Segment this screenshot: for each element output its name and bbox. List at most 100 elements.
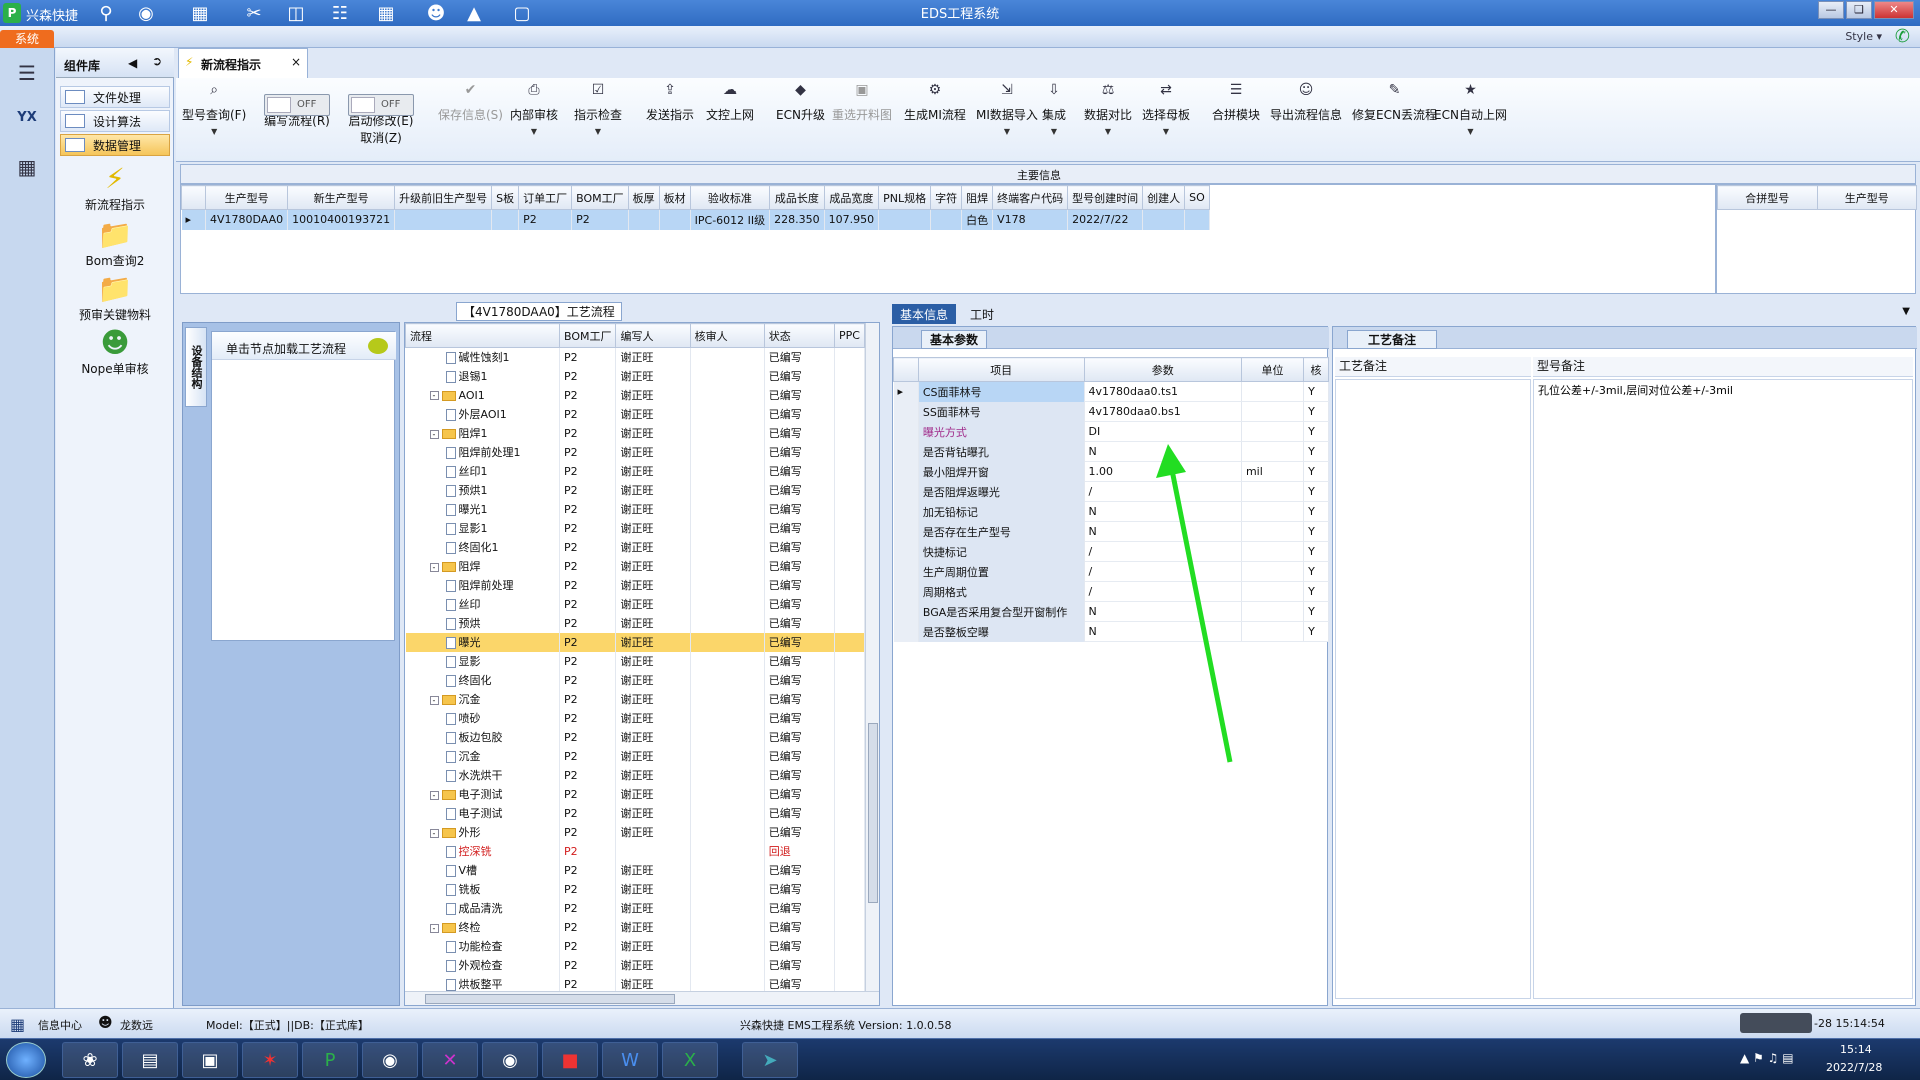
tree-row[interactable]: - 电子测试 P2 谢正旺 已编写 — [405, 784, 865, 804]
ribbon-button-8[interactable]: ◆ ECN升级 — [776, 82, 825, 123]
expand-toggle-icon[interactable]: - — [429, 429, 439, 439]
tree-node[interactable]: 外层AOI1 — [405, 404, 560, 424]
column-header[interactable]: 升级前旧生产型号 — [394, 185, 493, 210]
side-tab-equipment[interactable]: 设备结构 — [185, 327, 207, 407]
table-cell[interactable] — [878, 209, 932, 230]
tree-row[interactable]: 终固化1 P2 谢正旺 已编写 — [405, 537, 865, 557]
param-check[interactable]: Y — [1303, 481, 1329, 502]
param-row[interactable]: 是否背钻曝孔 N Y — [893, 441, 1329, 462]
ribbon-button-2[interactable]: OFF 启动修改(E) 取消(Z) — [348, 84, 414, 146]
taskbar-app-excel[interactable]: X — [662, 1042, 718, 1078]
scrollbar-thumb[interactable] — [425, 994, 675, 1004]
tree-node[interactable]: 铣板 — [405, 879, 560, 899]
taskbar-app-shell[interactable]: ❀ — [62, 1042, 118, 1078]
tree-node[interactable]: 终固化 — [405, 670, 560, 690]
start-button[interactable] — [6, 1042, 46, 1078]
style-menu[interactable]: Style ▾ — [1845, 30, 1882, 43]
merge-model-grid[interactable]: 合拼型号 生产型号 — [1716, 184, 1917, 294]
tree-node[interactable]: - 阻焊1 — [405, 423, 560, 443]
tree-node[interactable]: 喷砂 — [405, 708, 560, 728]
table-cell[interactable]: 228.350 — [769, 209, 825, 230]
tree-node[interactable]: 退锡1 — [405, 366, 560, 386]
param-unit[interactable] — [1241, 481, 1305, 502]
param-unit[interactable] — [1241, 401, 1305, 422]
table-cell[interactable]: V178 — [992, 209, 1069, 230]
table-cell[interactable]: IPC-6012 II级 — [690, 209, 771, 230]
tree-node[interactable]: 曝光1 — [405, 499, 560, 519]
column-header[interactable]: 生产型号 — [1816, 185, 1917, 210]
chevron-down-icon[interactable]: ▼ — [976, 127, 1038, 136]
toggle-switch[interactable]: OFF — [348, 94, 414, 116]
column-header[interactable]: 型号创建时间 — [1067, 185, 1144, 210]
tree-row[interactable]: 喷砂 P2 谢正旺 已编写 — [405, 708, 865, 728]
param-unit[interactable] — [1241, 561, 1305, 582]
column-header[interactable]: 创建人 — [1142, 185, 1186, 210]
column-header[interactable]: 终端客户代码 — [992, 185, 1069, 210]
tree-row[interactable]: 功能检查 P2 谢正旺 已编写 — [405, 936, 865, 956]
tree-node[interactable]: 丝印1 — [405, 461, 560, 481]
param-check[interactable]: Y — [1303, 621, 1329, 642]
param-check[interactable]: Y — [1303, 401, 1329, 422]
ribbon-button-9[interactable]: ▣ 重选开料图 — [832, 82, 892, 123]
param-unit[interactable] — [1241, 521, 1305, 542]
tree-row[interactable]: 预烘 P2 谢正旺 已编写 — [405, 613, 865, 633]
maximize-button[interactable]: ❑ — [1846, 1, 1872, 19]
column-header[interactable]: 字符 — [930, 185, 963, 210]
flow-tree[interactable]: 流程 BOM工厂 编写人 核审人 状态 PPC 碱性蚀刻1 P2 谢正旺 已编写 退锡1 P2 谢正旺已… — [404, 322, 880, 1006]
tree-row[interactable]: - 外形 P2 谢正旺 已编写 — [405, 822, 865, 842]
param-check[interactable]: Y — [1303, 581, 1329, 602]
param-unit[interactable] — [1241, 421, 1305, 442]
expand-toggle-icon[interactable]: - — [429, 695, 439, 705]
tree-row[interactable]: 控深铣 P2 回退 — [405, 841, 865, 861]
tree-row[interactable]: 电子测试 P2 谢正旺 已编写 — [405, 803, 865, 823]
system-tab[interactable]: 系统 — [0, 30, 54, 48]
tree-row[interactable]: 阻焊前处理 P2 谢正旺 已编写 — [405, 575, 865, 595]
param-row[interactable]: 周期格式 / Y — [893, 581, 1329, 602]
tree-row[interactable]: V槽 P2 谢正旺 已编写 — [405, 860, 865, 880]
column-header[interactable]: 核审人 — [689, 323, 765, 348]
tree-node[interactable]: 板边包胶 — [405, 727, 560, 747]
tree-node[interactable]: 成品清洗 — [405, 898, 560, 918]
ribbon-button-1[interactable]: OFF 编写流程(R) — [264, 84, 330, 129]
tray-icons[interactable]: ▲ ⚑ ♫ ▤ — [1740, 1051, 1794, 1065]
param-row[interactable]: 曝光方式 DI Y — [893, 421, 1329, 442]
tool-nope-audit[interactable]: ☻ Nope单审核 — [60, 326, 170, 377]
ribbon-button-18[interactable]: ★ ECN自动上网 ▼ — [1434, 82, 1507, 136]
taskbar-app-red[interactable]: ✶ — [242, 1042, 298, 1078]
table-row[interactable]: ▸ 4V1780DAA0 10010400193721 P2 P2 IPC-6012 II… — [181, 209, 1210, 230]
taskbar-app-arrow[interactable]: ➤ — [742, 1042, 798, 1078]
tree-node[interactable]: - 阻焊 — [405, 556, 560, 576]
tree-node[interactable]: 阻焊前处理1 — [405, 442, 560, 462]
column-header[interactable]: SO — [1184, 185, 1210, 210]
column-header[interactable]: 核 — [1303, 357, 1329, 382]
process-notes-field[interactable] — [1335, 379, 1531, 999]
param-row[interactable]: 加无铅标记 N Y — [893, 501, 1329, 522]
table-cell[interactable]: 107.950 — [824, 209, 880, 230]
ribbon-button-7[interactable]: ☁ 文控上网 — [706, 82, 754, 123]
table-cell[interactable] — [628, 209, 660, 230]
expand-toggle-icon[interactable]: - — [429, 562, 439, 572]
column-header[interactable]: 编写人 — [615, 323, 691, 348]
tree-node[interactable]: V槽 — [405, 860, 560, 880]
column-header[interactable]: 新生产型号 — [287, 185, 396, 210]
param-row[interactable]: 是否整板空曝 N Y — [893, 621, 1329, 642]
tree-node[interactable]: 碱性蚀刻1 — [405, 347, 560, 367]
tree-row[interactable]: 显影 P2 谢正旺 已编写 — [405, 651, 865, 671]
expand-toggle-icon[interactable]: - — [429, 790, 439, 800]
param-value[interactable]: DI — [1084, 421, 1242, 442]
tree-row[interactable]: 外层AOI1 P2 谢正旺 已编写 — [405, 404, 865, 424]
column-header[interactable]: 状态 — [763, 323, 836, 348]
table-cell[interactable] — [659, 209, 691, 230]
column-header[interactable]: PNL规格 — [878, 185, 932, 210]
tree-row[interactable]: 水洗烘干 P2 谢正旺 已编写 — [405, 765, 865, 785]
taskbar-app-eye[interactable]: ◉ — [362, 1042, 418, 1078]
tab-basic-info[interactable]: 基本信息 — [892, 304, 957, 324]
chevron-down-icon[interactable]: ▼ — [574, 127, 622, 136]
ribbon-button-5[interactable]: ☑ 指示检查 ▼ — [574, 82, 622, 136]
param-row[interactable]: ▸ CS面菲林号 4v1780daa0.ts1 Y — [893, 381, 1329, 402]
nav-item-data-management[interactable]: 数据管理 — [60, 134, 170, 156]
tree-node[interactable]: 预烘 — [405, 613, 560, 633]
info-center[interactable]: 信息中心 — [38, 1017, 82, 1033]
column-header[interactable]: 单位 — [1240, 357, 1305, 382]
param-unit[interactable]: mil — [1241, 461, 1305, 482]
